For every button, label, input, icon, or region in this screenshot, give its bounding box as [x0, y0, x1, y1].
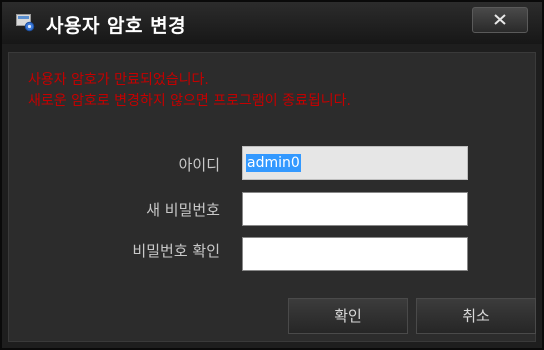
change-password-dialog: 사용자 암호 변경 사용자 암호가 만료되었습니다. 새로운 암호로 변경하지 … — [0, 0, 544, 350]
confirm-password-field[interactable] — [242, 237, 468, 271]
new-password-label: 새 비밀번호 — [146, 201, 220, 219]
ok-button[interactable]: 확인 — [288, 298, 408, 334]
title-bar[interactable]: 사용자 암호 변경 — [2, 2, 542, 44]
dialog-title: 사용자 암호 변경 — [46, 15, 187, 37]
id-label: 아이디 — [178, 156, 220, 174]
id-value: admin0 — [246, 154, 301, 172]
cancel-button[interactable]: 취소 — [416, 298, 536, 334]
settings-gear-icon — [16, 14, 36, 32]
new-password-field[interactable] — [242, 192, 468, 226]
close-button[interactable] — [472, 7, 528, 33]
exit-warning-message: 새로운 암호로 변경하지 않으면 프로그램이 종료됩니다. — [28, 93, 351, 109]
id-field[interactable]: admin0 — [242, 146, 468, 180]
confirm-password-label: 비밀번호 확인 — [132, 242, 220, 260]
close-icon — [494, 14, 506, 25]
expired-message: 사용자 암호가 만료되었습니다. — [28, 72, 209, 88]
